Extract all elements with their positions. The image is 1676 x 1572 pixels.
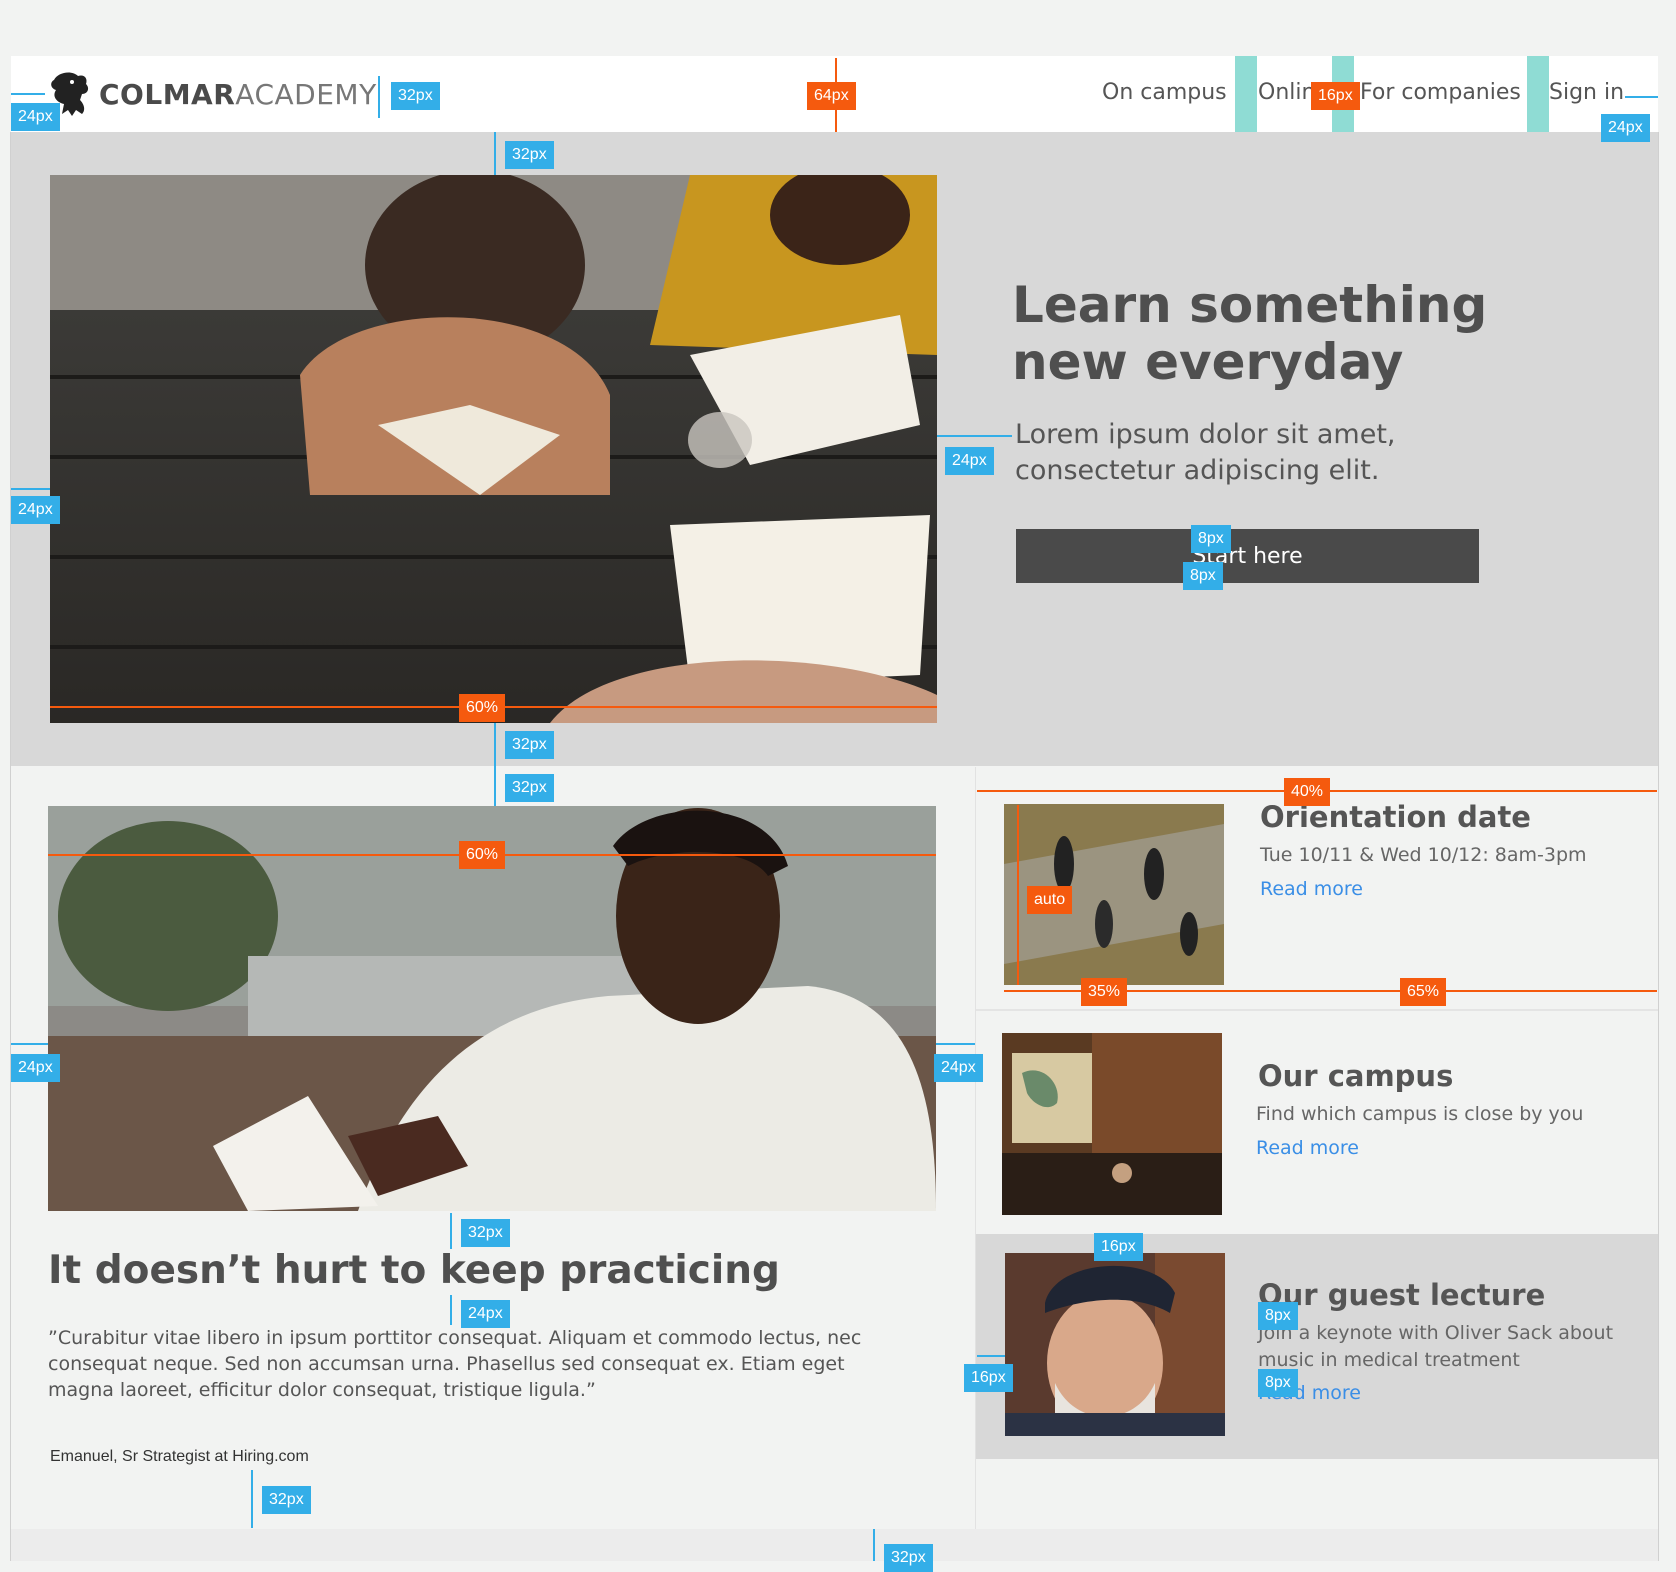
testimonial-quote: ”Curabitur vitae libero in ipsum porttit…	[48, 1327, 862, 1401]
campus-thumbnail	[1002, 1033, 1222, 1215]
spacing-label: 24px	[11, 496, 60, 524]
spacing-label: 24px	[11, 1054, 60, 1082]
spacing-label: 32px	[505, 141, 554, 169]
measure-line	[977, 1355, 1005, 1357]
spacing-label: 32px	[262, 1486, 311, 1514]
nav-on-campus[interactable]: On campus	[1102, 80, 1227, 105]
width-label: 65%	[1400, 978, 1447, 1006]
measure-line	[11, 1043, 48, 1045]
spacing-label: 24px	[11, 103, 60, 131]
measure-line	[873, 1529, 875, 1561]
measure-line	[251, 1470, 253, 1528]
width-label: 40%	[1284, 778, 1331, 806]
gap-highlight	[1235, 56, 1257, 132]
measure-line	[11, 488, 50, 490]
spacing-label: 8px	[1183, 562, 1223, 590]
nav-for-companies[interactable]: For companies	[1360, 80, 1521, 105]
spacing-label: 24px	[934, 1054, 983, 1082]
right-edge	[1658, 132, 1659, 1561]
spacing-label: 16px	[964, 1364, 1013, 1392]
spacing-label: 8px	[1258, 1302, 1298, 1330]
spacing-label: 32px	[505, 731, 554, 759]
card-desc: Join a keynote with Oliver Sack about mu…	[1258, 1322, 1614, 1371]
nav-sign-in[interactable]: Sign in	[1549, 80, 1624, 105]
brand-light: ACADEMY	[235, 78, 377, 111]
width-label: 60%	[459, 694, 506, 722]
measure-line	[494, 132, 496, 175]
spacing-label: 32px	[391, 82, 440, 110]
footer-strip	[11, 1529, 1658, 1561]
measure-line	[1625, 96, 1658, 98]
event-card-campus[interactable]: Our campus Find which campus is close by…	[976, 1009, 1658, 1235]
read-more-link[interactable]: Read more	[1256, 1137, 1359, 1159]
lecturer-thumbnail	[1005, 1253, 1225, 1436]
measure-line	[450, 1213, 452, 1249]
brand-bold: COLMAR	[99, 78, 236, 111]
spacing-label: 8px	[1258, 1369, 1298, 1397]
width-label: 60%	[459, 841, 506, 869]
spacing-label: 24px	[461, 1300, 510, 1328]
brand-wordmark[interactable]: COLMARACADEMY	[99, 78, 377, 111]
event-card-orientation[interactable]: Orientation date Tue 10/11 & Wed 10/12: …	[976, 785, 1658, 1008]
hero-subtitle: Lorem ipsum dolor sit amet, consectetur …	[1015, 419, 1396, 486]
card-title: Our campus	[1258, 1059, 1454, 1093]
testimonial-author: Emanuel, Sr Strategist at Hiring.com	[50, 1448, 309, 1465]
spacing-label: 32px	[461, 1219, 510, 1247]
measure-line	[1017, 805, 1019, 985]
card-title: Our guest lecture	[1258, 1278, 1546, 1312]
card-desc: Find which campus is close by you	[1256, 1103, 1584, 1125]
spacing-label: 16px	[1094, 1233, 1143, 1261]
start-here-button[interactable]: Start here	[1016, 529, 1479, 583]
spacing-label: 24px	[945, 447, 994, 475]
spacing-label: 8px	[1191, 525, 1231, 553]
hero-title: Learn something new everyday	[1012, 276, 1488, 391]
width-label: 35%	[1081, 978, 1128, 1006]
measure-line	[378, 76, 380, 118]
spacing-label: 24px	[1601, 114, 1650, 142]
spacing-label: 32px	[884, 1544, 933, 1572]
measure-line	[937, 435, 1012, 437]
read-more-link[interactable]: Read more	[1260, 878, 1363, 900]
measure-line	[11, 93, 45, 95]
gap-highlight	[1527, 56, 1549, 132]
hero-students-image	[50, 175, 937, 723]
measure-line	[936, 1043, 975, 1045]
practice-title: It doesn’t hurt to keep practicing	[48, 1248, 780, 1293]
spacing-label: 16px	[1311, 82, 1360, 110]
event-card-lecture[interactable]: Our guest lecture Join a keynote with Ol…	[976, 1234, 1658, 1459]
measure-line	[450, 1295, 452, 1325]
spacing-label: 64px	[807, 82, 856, 110]
card-desc: Tue 10/11 & Wed 10/12: 8am-3pm	[1260, 844, 1587, 866]
spacing-label: 32px	[505, 774, 554, 802]
measure-line	[494, 723, 496, 806]
height-label: auto	[1027, 886, 1073, 914]
